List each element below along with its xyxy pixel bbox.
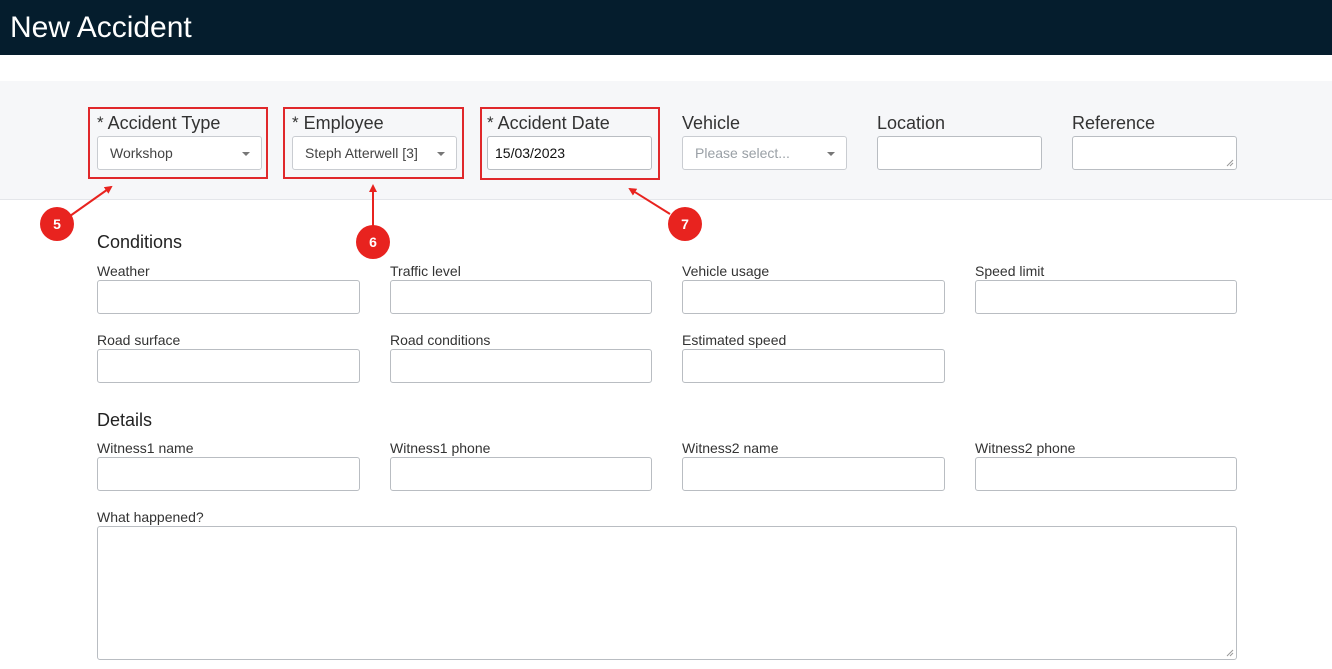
weather-input[interactable] bbox=[97, 280, 360, 314]
what-happened-label: What happened? bbox=[97, 509, 204, 525]
witness1-phone-input[interactable] bbox=[390, 457, 652, 491]
reference-label: Reference bbox=[1072, 113, 1156, 133]
annotation-badge-6: 6 bbox=[356, 225, 390, 259]
vehicle-select[interactable]: Please select... bbox=[682, 136, 847, 170]
speed-limit-label: Speed limit bbox=[975, 263, 1045, 279]
witness1-name-input[interactable] bbox=[97, 457, 360, 491]
traffic-level-label: Traffic level bbox=[390, 263, 461, 279]
speed-limit-input[interactable] bbox=[975, 280, 1237, 314]
vehicle-usage-label: Vehicle usage bbox=[682, 263, 770, 279]
estimated-speed-input[interactable] bbox=[682, 349, 945, 383]
highlight-employee bbox=[283, 107, 464, 179]
estimated-speed-label: Estimated speed bbox=[682, 332, 787, 348]
title-bar: New Accident bbox=[0, 0, 1332, 55]
resize-handle-icon[interactable] bbox=[1226, 159, 1234, 167]
annotation-badge-7: 7 bbox=[668, 207, 702, 241]
road-conditions-input[interactable] bbox=[390, 349, 652, 383]
witness1-name-label: Witness1 name bbox=[97, 440, 194, 456]
witness2-name-input[interactable] bbox=[682, 457, 945, 491]
page-title: New Accident bbox=[10, 11, 192, 44]
location-label: Location bbox=[877, 113, 946, 133]
highlight-accident-type bbox=[88, 107, 268, 179]
annotation-badge-5: 5 bbox=[40, 207, 74, 241]
witness1-phone-label: Witness1 phone bbox=[390, 440, 491, 456]
witness2-phone-input[interactable] bbox=[975, 457, 1237, 491]
road-surface-label: Road surface bbox=[97, 332, 181, 348]
vehicle-placeholder: Please select... bbox=[695, 145, 790, 161]
road-conditions-label: Road conditions bbox=[390, 332, 491, 348]
weather-label: Weather bbox=[97, 263, 150, 279]
highlight-accident-date bbox=[480, 107, 660, 180]
traffic-level-input[interactable] bbox=[390, 280, 652, 314]
resize-handle-icon[interactable] bbox=[1226, 649, 1234, 657]
location-input[interactable] bbox=[877, 136, 1042, 170]
vehicle-label: Vehicle bbox=[682, 113, 741, 133]
witness2-name-label: Witness2 name bbox=[682, 440, 779, 456]
reference-textarea[interactable] bbox=[1072, 136, 1237, 170]
details-heading: Details bbox=[97, 410, 153, 430]
chevron-down-icon bbox=[827, 152, 835, 156]
conditions-heading: Conditions bbox=[97, 232, 183, 252]
witness2-phone-label: Witness2 phone bbox=[975, 440, 1076, 456]
vehicle-usage-input[interactable] bbox=[682, 280, 945, 314]
road-surface-input[interactable] bbox=[97, 349, 360, 383]
what-happened-textarea[interactable] bbox=[97, 526, 1237, 660]
